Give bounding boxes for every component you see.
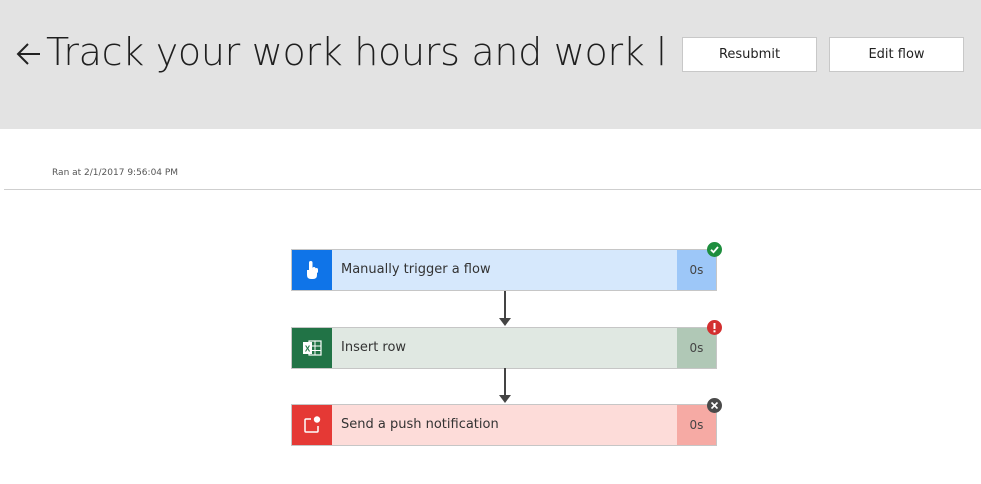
check-icon [710, 246, 719, 254]
step-icon-container: X [292, 328, 332, 368]
page-title: Track your work hours and work lo... [46, 30, 666, 74]
error-status-badge [707, 320, 722, 335]
connector-arrow [499, 291, 511, 326]
step-icon-container [292, 405, 332, 445]
step-label: Send a push notification [341, 417, 499, 432]
step-icon-container [292, 250, 332, 290]
flow-step-trigger[interactable]: Manually trigger a flow 0s [291, 249, 717, 291]
arrow-left-icon [16, 43, 40, 65]
notification-icon [304, 416, 321, 433]
close-icon [710, 401, 719, 410]
back-button[interactable] [14, 34, 44, 74]
exclamation-icon [713, 323, 716, 333]
excel-icon: X [303, 340, 322, 356]
step-label: Manually trigger a flow [341, 262, 491, 277]
step-label: Insert row [341, 340, 407, 355]
edit-flow-button[interactable]: Edit flow [829, 37, 964, 72]
run-timestamp: Ran at 2/1/2017 9:56:04 PM [52, 168, 179, 178]
hand-pointer-icon [307, 261, 318, 279]
resubmit-button[interactable]: Resubmit [682, 37, 817, 72]
connector-arrow [499, 368, 511, 403]
flow-step-insert-row[interactable]: X Insert row 0s [291, 327, 717, 369]
cancelled-status-badge [707, 398, 722, 413]
page-header: Track your work hours and work lo... Res… [0, 0, 981, 129]
svg-text:X: X [305, 345, 311, 354]
divider [4, 189, 981, 190]
success-status-badge [707, 242, 722, 257]
flow-step-push-notification[interactable]: Send a push notification 0s [291, 404, 717, 446]
